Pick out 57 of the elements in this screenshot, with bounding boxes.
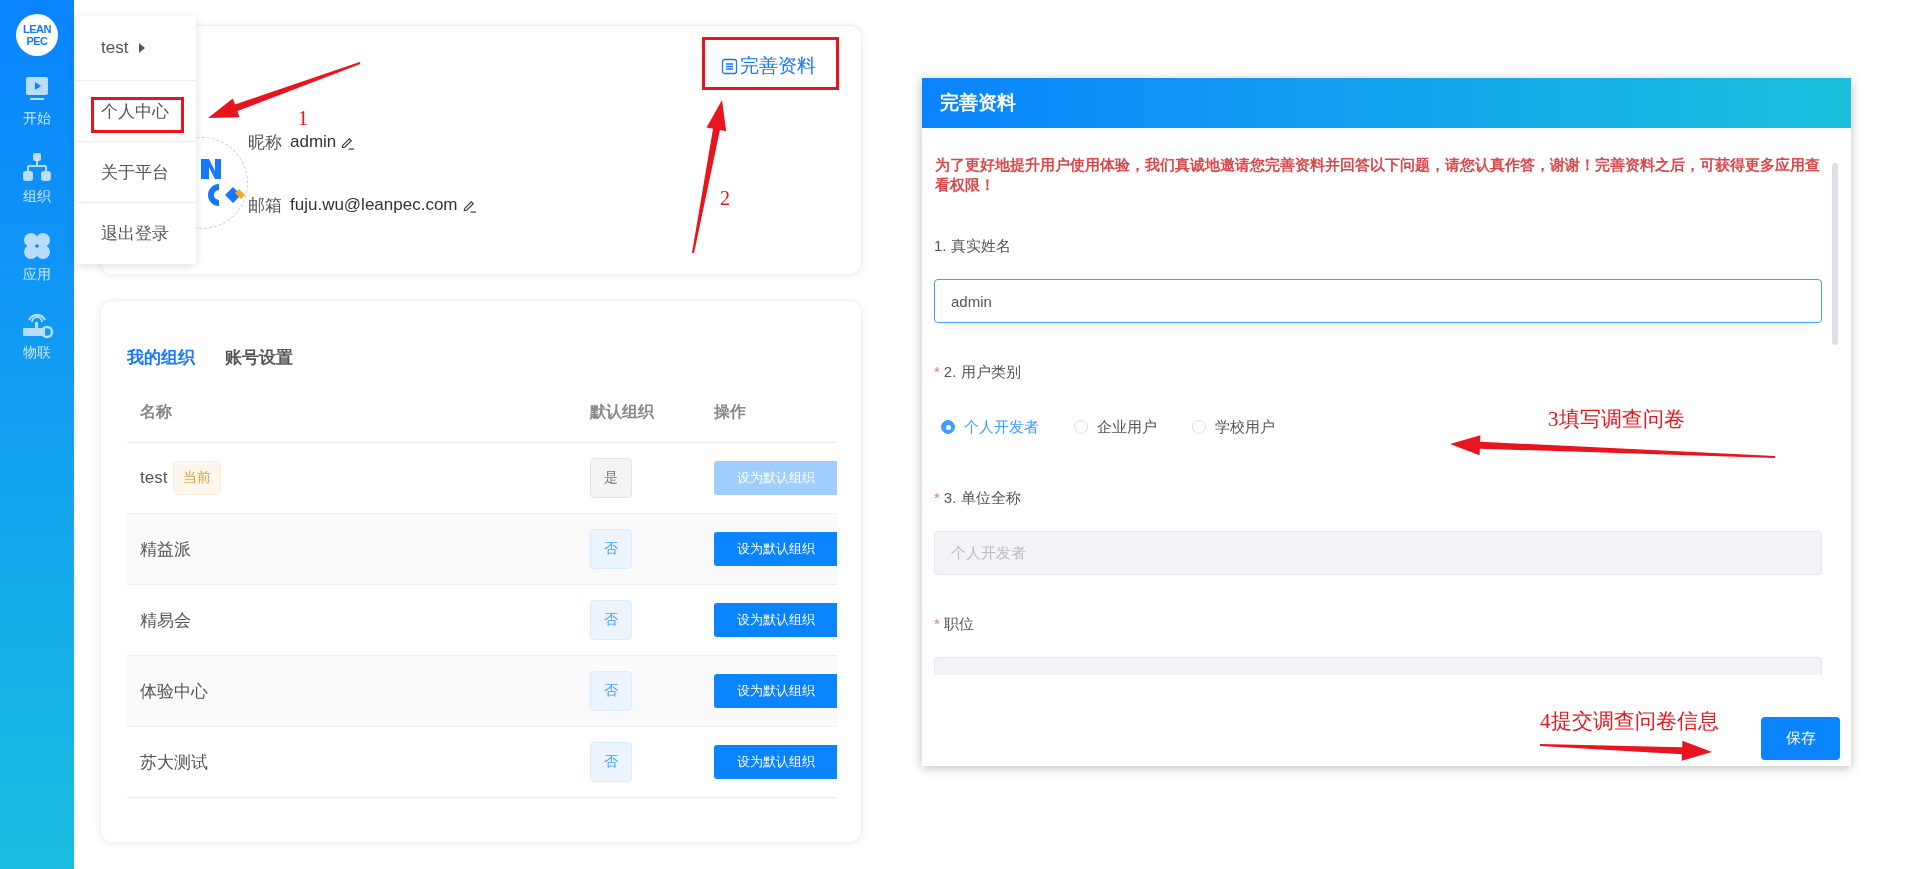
default-tag: 否	[590, 742, 632, 782]
default-tag: 是	[590, 458, 632, 498]
org-name: 精易会	[140, 609, 191, 632]
annotation-label: 4提交调查问卷信息	[1540, 709, 1719, 735]
annotation-label: 3填写调查问卷	[1548, 407, 1685, 433]
column-header: 名称	[127, 383, 590, 443]
required-mark: *	[934, 362, 940, 382]
notice-text: 为了更好地提升用户使用体验，我们真诚地邀请您完善资料并回答以下问题，请您认真作答，谢谢！完善资料之后，可获得更多应用查看权限！	[935, 155, 1821, 195]
radio-option[interactable]: 个人开发者	[934, 417, 1039, 437]
current-tag: 当前	[173, 461, 222, 495]
caret-icon	[138, 42, 147, 54]
org-name: 苏大测试	[140, 751, 208, 774]
nav-item[interactable]: 物联	[23, 344, 51, 362]
input-field[interactable]: admin	[934, 279, 1822, 323]
annotation-label: 2	[720, 186, 730, 210]
scrollbar[interactable]	[1832, 163, 1838, 345]
required-mark: *	[934, 488, 940, 508]
nav-item[interactable]: 组织	[23, 188, 51, 206]
default-tag: 否	[590, 529, 632, 569]
set-default-button[interactable]: 设为默认组织	[714, 745, 837, 779]
field-label: 昵称	[248, 131, 283, 154]
set-default-button[interactable]: 设为默认组织	[714, 603, 837, 637]
menu-item[interactable]: 关于平台	[101, 160, 169, 184]
default-tag: 否	[590, 600, 632, 640]
nav-item[interactable]: 开始	[23, 110, 51, 128]
column-header: 默认组织	[590, 383, 714, 443]
tab[interactable]: 账号设置	[225, 346, 293, 369]
column-header: 操作	[714, 383, 837, 443]
required-mark: *	[934, 614, 940, 634]
menu-item[interactable]: 退出登录	[101, 222, 169, 245]
set-default-button[interactable]: 设为默认组织	[714, 674, 837, 708]
field-value: admin	[290, 132, 337, 152]
set-default-button[interactable]: 设为默认组织	[714, 532, 837, 566]
org-name: 体验中心	[140, 680, 208, 703]
default-tag: 否	[590, 671, 632, 711]
radio-option[interactable]: 学校用户	[1185, 417, 1275, 437]
document-icon	[721, 57, 738, 75]
nav-item[interactable]: 应用	[23, 266, 51, 284]
org-name: test	[140, 468, 168, 488]
tab[interactable]: 我的组织	[127, 346, 195, 369]
question-label: 职位	[943, 614, 974, 634]
complete-profile-link[interactable]: 完善资料	[721, 53, 816, 79]
save-button[interactable]: 保存	[1761, 717, 1840, 760]
dialog-title: 完善资料	[922, 78, 1851, 128]
field-value: fuju.wu@leanpec.com	[290, 195, 458, 215]
logo: LEAN PEC	[16, 14, 58, 56]
org-name: 精益派	[140, 538, 191, 561]
question-label: 2. 用户类别	[943, 362, 1021, 382]
menu-item[interactable]: test	[101, 38, 129, 58]
radio-option[interactable]: 企业用户	[1067, 417, 1157, 437]
radio-icon[interactable]	[941, 420, 955, 434]
annotation-label: 1	[298, 106, 308, 130]
field-label: 邮箱	[248, 194, 283, 217]
org-chart-icon	[20, 152, 54, 184]
question-label: 1. 真实姓名	[934, 236, 1011, 256]
question-label: 3. 单位全称	[943, 488, 1021, 508]
menu-item[interactable]: 个人中心	[101, 99, 169, 123]
